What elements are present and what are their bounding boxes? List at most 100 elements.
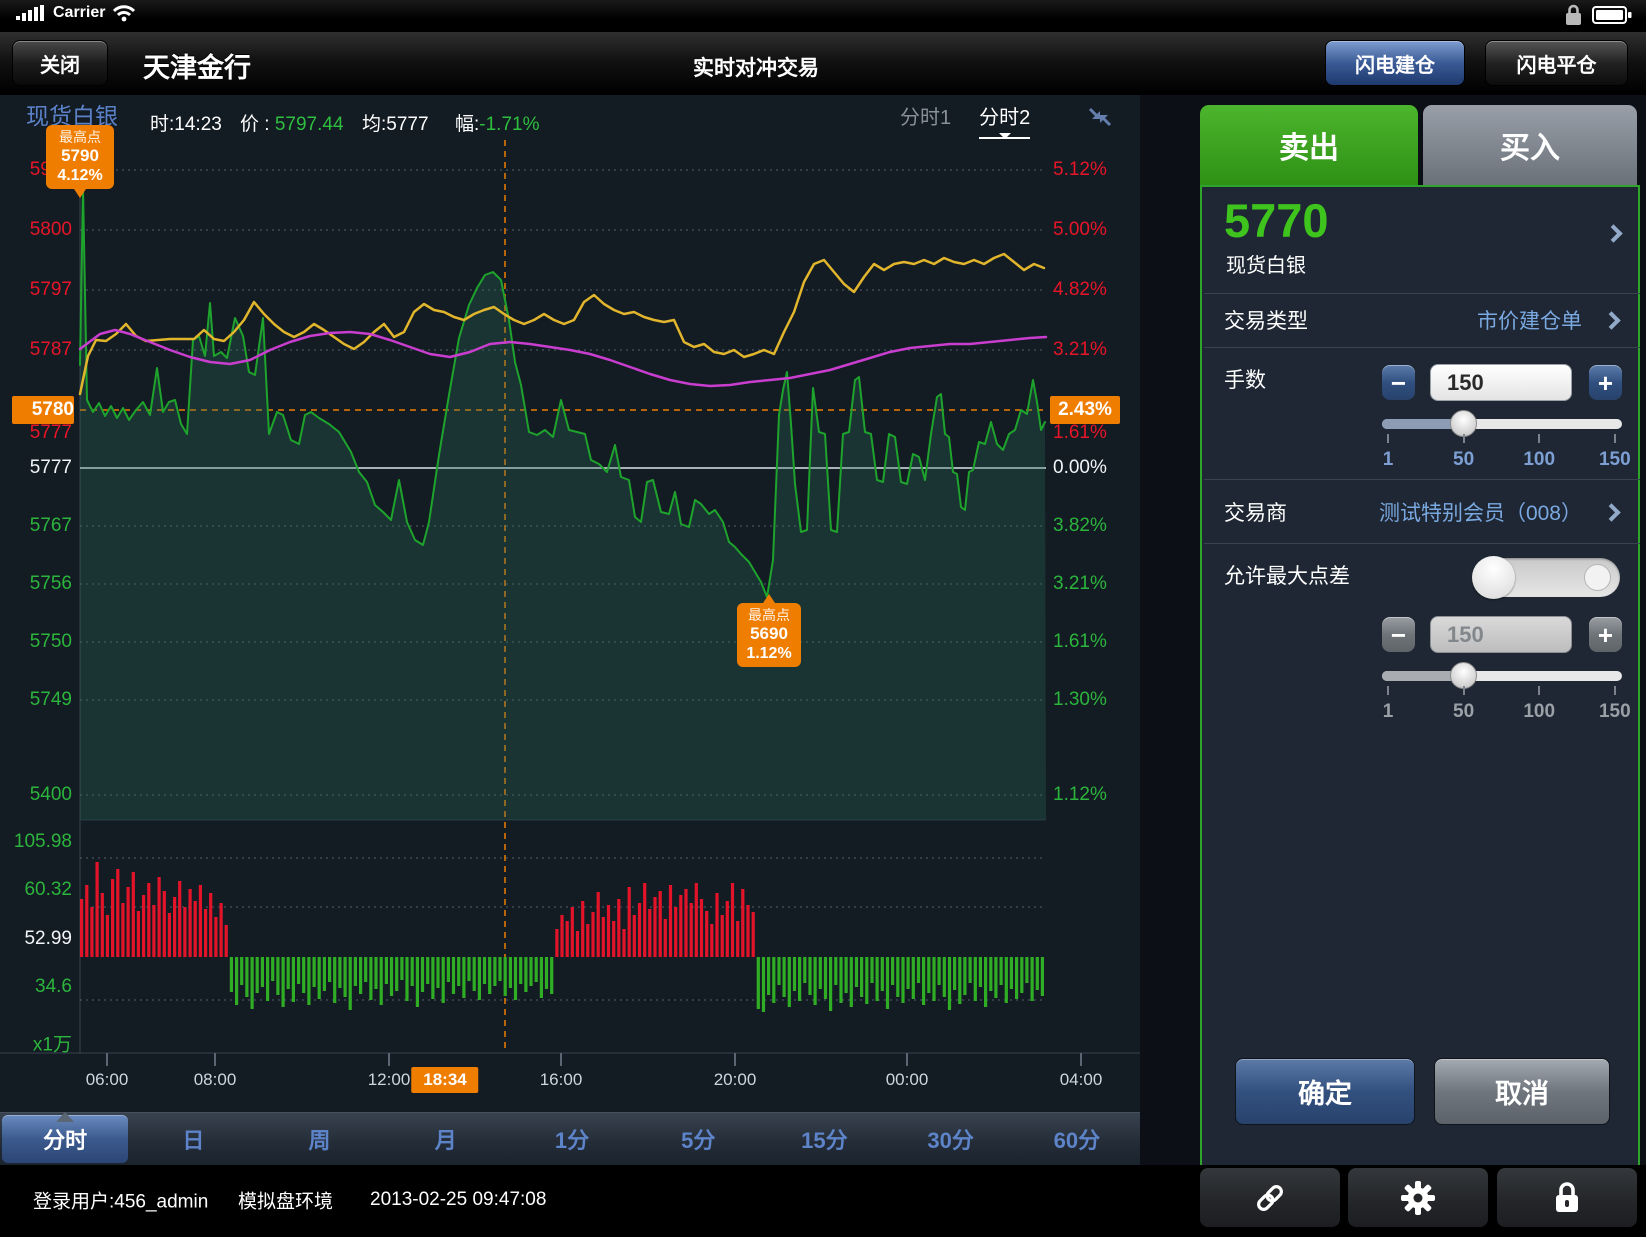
slider-tick-label: 1 bbox=[1383, 449, 1394, 471]
broker-value[interactable]: 测试特别会员（008） bbox=[1379, 497, 1582, 527]
lots-slider-knob[interactable] bbox=[1450, 410, 1477, 437]
confirm-button[interactable]: 确定 bbox=[1235, 1058, 1415, 1125]
trade-type-value[interactable]: 市价建仓单 bbox=[1477, 305, 1582, 335]
datetime-label: 2013-02-25 09:47:08 bbox=[370, 1189, 546, 1211]
tab-buy[interactable]: 买入 bbox=[1423, 105, 1637, 185]
trade-type-label: 交易类型 bbox=[1224, 305, 1308, 335]
lots-label: 手数 bbox=[1224, 364, 1266, 394]
spread-slider-knob[interactable] bbox=[1450, 662, 1477, 689]
flash-close-button[interactable]: 闪电平仓 bbox=[1485, 40, 1628, 86]
percent-axis-label: 3.82% bbox=[1053, 515, 1107, 537]
chart-subtabs: 分时1 分时2 bbox=[900, 101, 1030, 139]
volume-axis-label: 60.32 bbox=[0, 879, 72, 901]
slider-tick bbox=[1614, 686, 1616, 695]
carrier-label: Carrier bbox=[53, 4, 105, 22]
price-axis-label: 5777 bbox=[0, 457, 72, 479]
slider-tick bbox=[1463, 434, 1465, 443]
spread-plus-button[interactable]: + bbox=[1589, 617, 1622, 652]
slider-tick bbox=[1387, 686, 1389, 695]
header: 关闭 天津金行 实时对冲交易 闪电建仓 闪电平仓 bbox=[0, 32, 1646, 95]
tab-sell[interactable]: 卖出 bbox=[1200, 105, 1418, 185]
time-axis-label: 04:00 bbox=[1060, 1070, 1103, 1090]
app-title: 天津金行 bbox=[143, 46, 251, 85]
chevron-right-icon[interactable] bbox=[1604, 224, 1622, 242]
period-tab-3[interactable]: 周 bbox=[256, 1113, 382, 1165]
order-price: 5770 bbox=[1224, 193, 1329, 248]
quote-time: 时:14:23 bbox=[150, 109, 222, 136]
lots-minus-button[interactable]: − bbox=[1382, 365, 1415, 400]
environment-label: 模拟盘环境 bbox=[238, 1187, 333, 1214]
percent-axis-label: 1.30% bbox=[1053, 689, 1107, 711]
status-bar: Carrier bbox=[0, 0, 1646, 32]
slider-tick-label: 100 bbox=[1523, 701, 1555, 723]
battery-icon bbox=[1592, 5, 1632, 25]
slider-tick-label: 150 bbox=[1599, 449, 1631, 471]
price-volume-chart bbox=[0, 95, 1140, 1165]
app-screen: Carrier 关闭 天津金行 实时对冲交易 闪电建仓 闪电平仓 bbox=[0, 0, 1646, 1237]
lots-plus-button[interactable]: + bbox=[1589, 365, 1622, 400]
signal-bars-icon bbox=[16, 5, 46, 21]
slider-tick bbox=[1538, 686, 1540, 695]
tab-fenshi1[interactable]: 分时1 bbox=[900, 101, 951, 139]
period-tab-8[interactable]: 30分 bbox=[888, 1113, 1014, 1165]
price-axis-label: 5400 bbox=[0, 784, 72, 806]
link-button[interactable] bbox=[1200, 1168, 1340, 1227]
price-axis-label: 5767 bbox=[0, 515, 72, 537]
rotation-lock-icon bbox=[1565, 4, 1582, 26]
percent-axis-label: 5.12% bbox=[1053, 159, 1107, 181]
percent-axis-label: 1.61% bbox=[1053, 422, 1107, 444]
settings-button[interactable] bbox=[1348, 1168, 1488, 1227]
time-axis-label: 00:00 bbox=[886, 1070, 929, 1090]
link-icon bbox=[1253, 1181, 1287, 1215]
order-symbol: 现货白银 bbox=[1226, 249, 1306, 278]
page-title: 实时对冲交易 bbox=[693, 52, 819, 82]
max-spread-label: 允许最大点差 bbox=[1224, 560, 1350, 590]
time-axis-label: 12:00 bbox=[368, 1070, 411, 1090]
lock-button[interactable] bbox=[1497, 1168, 1637, 1227]
collapse-arrows-icon[interactable] bbox=[1086, 103, 1114, 131]
lots-input[interactable]: 150 bbox=[1430, 364, 1572, 401]
slider-tick bbox=[1538, 434, 1540, 443]
tab-fenshi2[interactable]: 分时2 bbox=[979, 101, 1030, 139]
volume-axis-label: 34.6 bbox=[0, 976, 72, 998]
low-point-callout: 最高点 5690 1.12% bbox=[737, 603, 801, 667]
spread-input[interactable]: 150 bbox=[1430, 616, 1572, 653]
period-tab-7[interactable]: 15分 bbox=[761, 1113, 887, 1165]
period-tab-bar: 分时日周月1分5分15分30分60分 bbox=[0, 1112, 1140, 1165]
period-tab-6[interactable]: 5分 bbox=[635, 1113, 761, 1165]
chevron-right-icon[interactable] bbox=[1602, 503, 1620, 521]
slider-tick bbox=[1614, 434, 1616, 443]
period-tab-9[interactable]: 60分 bbox=[1014, 1113, 1140, 1165]
volume-axis-label: 105.98 bbox=[0, 831, 72, 853]
quote-price: 价 : 5797.44 bbox=[240, 109, 344, 136]
chart-region: 时:14:23 价 : 5797.44 均:5777 幅:-1.71% 现货白银… bbox=[0, 95, 1140, 1165]
chevron-right-icon[interactable] bbox=[1602, 311, 1620, 329]
period-tab-2[interactable]: 日 bbox=[130, 1113, 256, 1165]
login-user-label: 登录用户:456_admin bbox=[33, 1187, 208, 1214]
lock-icon bbox=[1552, 1181, 1582, 1215]
percent-axis-label: 3.21% bbox=[1053, 339, 1107, 361]
period-tab-4[interactable]: 月 bbox=[383, 1113, 509, 1165]
percent-axis-label: 0.00% bbox=[1053, 457, 1107, 479]
lots-slider[interactable] bbox=[1382, 419, 1622, 429]
max-spread-toggle[interactable] bbox=[1474, 558, 1620, 597]
flash-open-button[interactable]: 闪电建仓 bbox=[1325, 40, 1465, 86]
spread-minus-button[interactable]: − bbox=[1382, 617, 1415, 652]
price-axis-label: 5780 bbox=[12, 396, 74, 424]
crosshair-time-chip: 18:34 bbox=[411, 1067, 478, 1093]
cancel-button[interactable]: 取消 bbox=[1434, 1058, 1610, 1125]
price-axis-label: 5797 bbox=[0, 279, 72, 301]
close-button[interactable]: 关闭 bbox=[12, 40, 108, 86]
period-tab-5[interactable]: 1分 bbox=[509, 1113, 635, 1165]
spread-slider[interactable] bbox=[1382, 671, 1622, 681]
trade-panel-body: 5770 现货白银 交易类型 市价建仓单 手数 − 150 + 15010015… bbox=[1200, 185, 1640, 1172]
price-axis-label: 5756 bbox=[0, 573, 72, 595]
slider-tick bbox=[1387, 434, 1389, 443]
period-tab-1[interactable]: 分时 bbox=[2, 1115, 128, 1163]
time-axis-label: 08:00 bbox=[194, 1070, 237, 1090]
quote-change: 幅:-1.71% bbox=[455, 109, 539, 136]
price-axis-label: 5750 bbox=[0, 631, 72, 653]
slider-tick-label: 50 bbox=[1453, 701, 1474, 723]
slider-tick-label: 100 bbox=[1523, 449, 1555, 471]
percent-axis-label: 2.43% bbox=[1050, 396, 1120, 424]
